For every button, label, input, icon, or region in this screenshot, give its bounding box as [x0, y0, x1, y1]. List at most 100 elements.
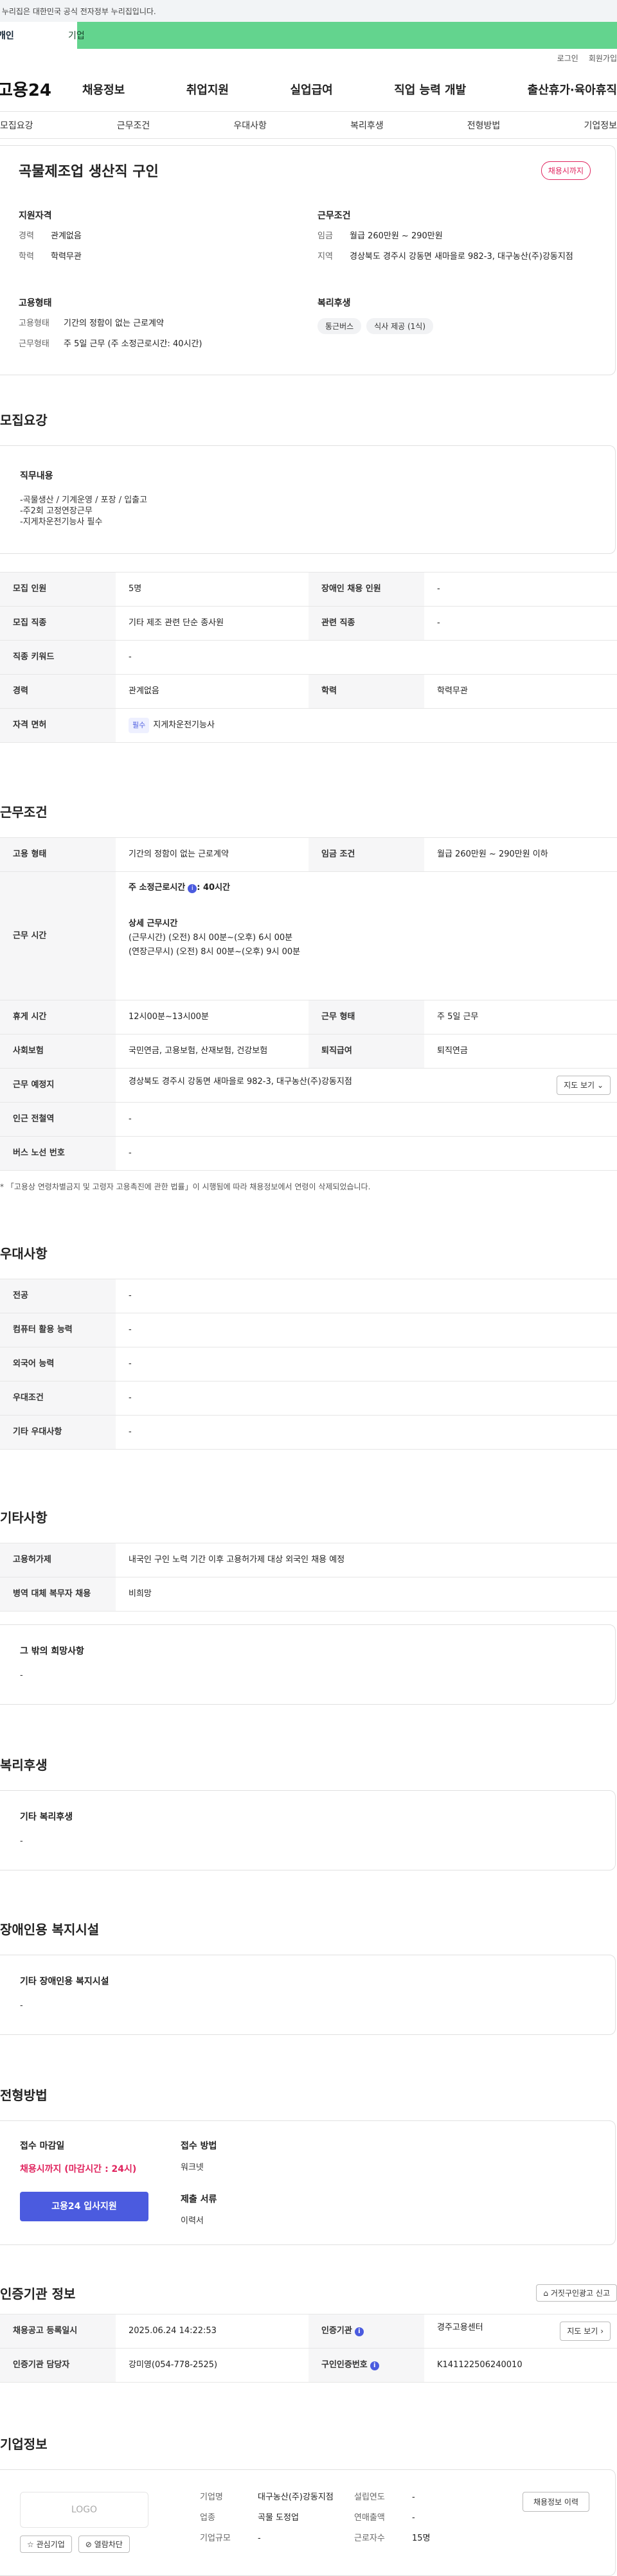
table-row: 우대조건 -: [0, 1381, 617, 1416]
info-icon[interactable]: i: [188, 884, 197, 893]
cell-label: 전공: [0, 1279, 116, 1313]
signup-link[interactable]: 회원가입: [589, 53, 617, 64]
region-label: 지역: [317, 252, 333, 262]
block-icon: ⊘: [85, 2540, 92, 2549]
wage-label: 임금: [317, 231, 333, 241]
cell-label: 우대조건: [0, 1381, 116, 1416]
duty-line: -지게차운전기능사 필수: [20, 517, 103, 527]
work-form-label: 근무형태: [19, 339, 49, 349]
cell-value: 기간의 정함이 없는 근로계약: [116, 837, 308, 872]
welfare-block: 복리후생 통근버스 식사 제공 (1식): [317, 296, 591, 359]
login-link[interactable]: 로그인: [557, 53, 578, 64]
subnav-conditions[interactable]: 근무조건: [117, 119, 150, 132]
apply-button[interactable]: 고용24 입사지원: [20, 2192, 148, 2221]
required-badge: 필수: [129, 718, 150, 733]
corp-name-value: 대구농산(주)강동지점: [258, 2492, 334, 2502]
condition-block: 근무조건 임금 월급 260만원 ~ 290만원 지역 경상북도 경주시 강동면 새…: [317, 209, 591, 272]
subnav-preferences[interactable]: 우대사항: [233, 119, 267, 132]
cell-value: 내국인 구인 노력 기간 이후 고용허가제 대상 외국인 채용 예정: [116, 1543, 617, 1577]
org-map-button[interactable]: 지도 보기 ›: [560, 2322, 611, 2341]
table-row: 고용허가제 내국인 구인 노력 기간 이후 고용허가제 대상 외국인 채용 예정: [0, 1543, 617, 1577]
table-row: 컴퓨터 활용 능력 -: [0, 1313, 617, 1347]
cell-value: -: [116, 1347, 617, 1381]
table-row: 채용공고 등록일시 2025.06.24 14:22:53 인증기관 i 경주고용…: [0, 2314, 617, 2349]
qualification-title: 지원자격: [19, 211, 52, 221]
subnav-company[interactable]: 기업정보: [584, 119, 617, 132]
cell-label: 인근 전철역: [0, 1102, 116, 1137]
weekly-hours-value: : 40시간: [197, 883, 230, 893]
table-row: 인증기관 담당자 강미영(054-778-2525) 구인인증번호 i K1411…: [0, 2348, 617, 2383]
detail-hours-line: (연장근무시) (오전) 8시 00분~(오후) 9시 00분: [129, 947, 301, 957]
subnav-recruit[interactable]: 모집요강: [0, 119, 33, 132]
cell-label: 인증기관 담당자: [0, 2348, 116, 2383]
cell-label: 컴퓨터 활용 능력: [0, 1313, 116, 1347]
cell-label: 버스 노선 번호: [0, 1136, 116, 1171]
cell-label: 사회보험: [0, 1034, 116, 1069]
cell-label: 직종 키워드: [0, 640, 116, 675]
auth-org-value: 경주고용센터: [437, 2323, 483, 2332]
cell-value: -: [424, 606, 617, 641]
corp-col-1: 기업명 대구농산(주)강동지점 업종 곡물 도정업 기업규모 -: [200, 2492, 354, 2554]
cell-label: 병역 대체 복무자 채용: [0, 1577, 116, 1612]
duty-line: -주2회 고정연장근무: [20, 506, 93, 516]
method-column: 접수 방법 워크넷 제출 서류 이력서: [181, 2139, 217, 2226]
etc-section-title: 기타사항: [0, 1510, 48, 1525]
disabled-card: 기타 장애인용 복지시설 -: [0, 1955, 616, 2035]
duty-card: 직무내용 -곡물생산 / 기계운영 / 포장 / 입출고 -주2회 고정연장근무…: [0, 445, 616, 554]
subnav-process[interactable]: 전형방법: [467, 119, 501, 132]
global-nav: 고용24 채용정보 취업지원 실업급여 직업 능력 개발 출산휴가·육아휴직: [0, 67, 617, 112]
interest-company-button[interactable]: ☆ 관심기업: [20, 2536, 72, 2553]
gnb-parental-leave[interactable]: 출산휴가·육아휴직: [528, 81, 617, 98]
cell-label: 퇴직급여: [308, 1034, 424, 1069]
cell-value: -: [116, 1381, 617, 1416]
table-row: 사회보험 국민연금, 고용보험, 산재보험, 건강보험 퇴직급여 퇴직연금: [0, 1034, 617, 1069]
gnb-employment-support[interactable]: 취업지원: [186, 81, 229, 98]
wish-value: -: [20, 1671, 23, 1680]
tab-company[interactable]: 기업: [68, 22, 154, 49]
method-value: 워크넷: [181, 2163, 204, 2172]
gnb-training[interactable]: 직업 능력 개발: [394, 81, 466, 98]
gnb-jobs[interactable]: 채용정보: [82, 81, 125, 98]
workplace-cell: 경상북도 경주시 강동면 새마을로 982-3, 대구농산(주)강동지점 지도 …: [116, 1068, 617, 1103]
site-logo[interactable]: 고용24: [0, 77, 82, 101]
welfare-card: 기타 복리후생 -: [0, 1790, 616, 1870]
recruit-section-title: 모집요강: [0, 413, 48, 428]
auth-section-title: 인증기관 정보: [0, 2286, 76, 2302]
work-section-title: 근무조건: [0, 804, 48, 820]
size-value: -: [258, 2534, 261, 2543]
cell-value: -: [116, 1102, 617, 1137]
gnb-unemployment-benefit[interactable]: 실업급여: [291, 81, 333, 98]
block-view-button[interactable]: ⊘ 열람차단: [78, 2536, 130, 2553]
cell-value: 주 5일 근무: [424, 1000, 617, 1035]
cell-label: 장애인 채용 인원: [308, 572, 424, 607]
report-fake-ad-button[interactable]: ⌂ 거짓구인광고 신고: [536, 2284, 617, 2302]
tab-individual[interactable]: 개인: [0, 22, 77, 49]
job-summary-card: 곡물제조업 생산직 구인 채용시까지 지원자격 경력 관계없음 학력 학력무관 근무…: [0, 145, 616, 375]
table-row: 기타 우대사항 -: [0, 1415, 617, 1450]
info-icon[interactable]: i: [370, 2361, 379, 2370]
employment-type-value: 기간의 정함이 없는 근로계약: [64, 319, 164, 328]
etc-table: 고용허가제 내국인 구인 노력 기간 이후 고용허가제 대상 외국인 채용 예정 …: [0, 1543, 617, 1612]
chevron-right-icon: ›: [600, 2327, 604, 2336]
sales-value: -: [412, 2513, 415, 2523]
deadline-column: 접수 마감일 채용시까지 (마감시간 : 24시) 고용24 입사지원: [20, 2139, 181, 2226]
cell-value: 5명: [116, 572, 308, 607]
corp-action-column: 채용정보 이력: [496, 2492, 589, 2554]
duty-line: -곡물생산 / 기계운영 / 포장 / 입출고: [20, 495, 148, 505]
corp-name-label: 기업명: [200, 2492, 223, 2502]
cell-label: 임금 조건: [308, 837, 424, 872]
cell-value: 월급 260만원 ~ 290만원 이하: [424, 837, 617, 872]
industry-label: 업종: [200, 2513, 215, 2523]
cell-value: -: [116, 1415, 617, 1450]
cell-label: 외국어 능력: [0, 1347, 116, 1381]
map-view-button[interactable]: 지도 보기 ⌄: [557, 1076, 611, 1095]
detail-hours-title: 상세 근무시간: [129, 919, 178, 928]
star-icon: ☆: [27, 2540, 34, 2549]
auth-table: 채용공고 등록일시 2025.06.24 14:22:53 인증기관 i 경주고용…: [0, 2314, 617, 2383]
docs-title: 제출 서류: [181, 2194, 217, 2205]
info-icon[interactable]: i: [354, 2327, 364, 2336]
detail-hours-line: (근무시간) (오전) 8시 00분~(오후) 6시 00분: [129, 933, 293, 943]
employees-value: 15명: [412, 2534, 431, 2543]
subnav-welfare[interactable]: 복리후생: [350, 119, 384, 132]
table-row: 휴게 시간 12시00분~13시00분 근무 형태 주 5일 근무: [0, 1000, 617, 1035]
